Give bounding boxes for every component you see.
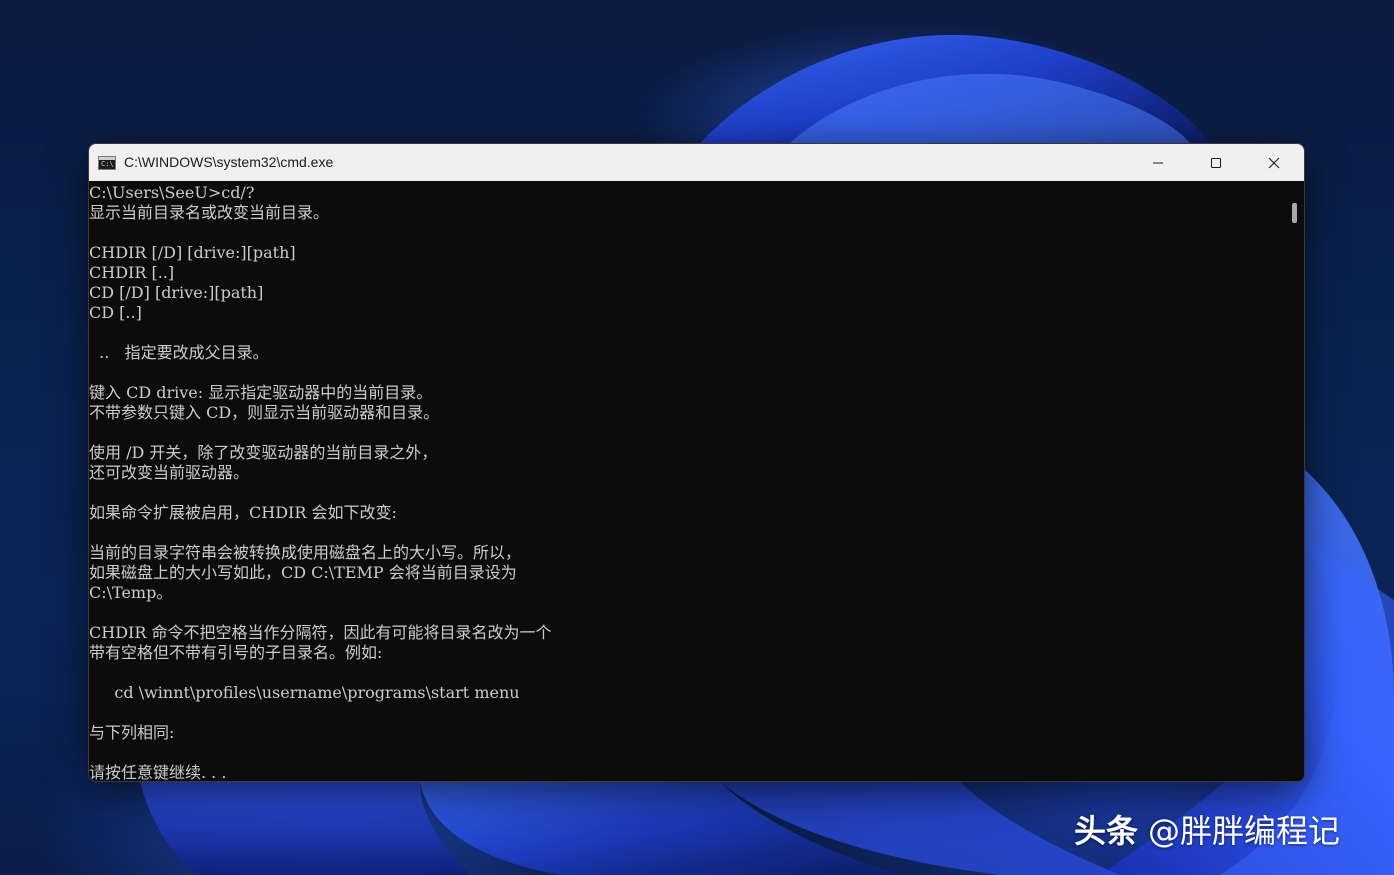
watermark-brand: 头条	[1074, 812, 1139, 850]
command-prompt-icon[interactable]: C:\	[98, 156, 116, 170]
console-line: 与下列相同:	[89, 723, 175, 742]
console-line: 如果命令扩展被启用，CHDIR 会如下改变:	[89, 503, 397, 522]
console-line: 键入 CD drive: 显示指定驱动器中的当前目录。	[89, 383, 433, 402]
close-button[interactable]	[1245, 144, 1303, 181]
window-title: C:\WINDOWS\system32\cmd.exe	[124, 154, 334, 170]
console-line: 显示当前目录名或改变当前目录。	[89, 203, 330, 222]
console-line: CD [/D] [drive:][path]	[89, 283, 264, 302]
app-icon-glyph: C:\	[101, 160, 114, 168]
console-line: CD [..]	[89, 303, 142, 322]
console-line: 带有空格但不带有引号的子目录名。例如:	[89, 643, 383, 662]
console-line: 如果磁盘上的大小写如此，CD C:\TEMP 会将当前目录设为	[89, 563, 517, 582]
console-lines: C:\Users\SeeU>cd/? 显示当前目录名或改变当前目录。 CHDIR […	[89, 183, 1285, 781]
close-icon	[1268, 157, 1280, 168]
console-line: .. 指定要改成父目录。	[89, 343, 269, 362]
console-output[interactable]: C:\Users\SeeU>cd/? 显示当前目录名或改变当前目录。 CHDIR […	[89, 181, 1285, 781]
console-line: 当前的目录字符串会被转换成使用磁盘名上的大小写。所以，	[89, 543, 522, 562]
console-line: 还可改变当前驱动器。	[89, 463, 250, 482]
console-line: C:\Users\SeeU>cd/?	[89, 183, 255, 202]
console-line: cd \winnt\profiles\username\programs\sta…	[89, 683, 520, 702]
console-line: 使用 /D 开关，除了改变驱动器的当前目录之外，	[89, 443, 438, 462]
cmd-window[interactable]: C:\ C:\WINDOWS\system32\cmd.exe C:\Users…	[88, 143, 1305, 782]
minimize-icon	[1153, 162, 1163, 163]
console-line: C:\Temp。	[89, 583, 173, 602]
watermark: 头条 @胖胖编程记	[1074, 809, 1340, 853]
console-line: 请按任意键继续. . .	[89, 763, 227, 781]
console-line: CHDIR [/D] [drive:][path]	[89, 243, 296, 262]
scrollbar-thumb[interactable]	[1292, 203, 1297, 223]
vertical-scrollbar[interactable]	[1285, 181, 1304, 781]
maximize-icon	[1211, 157, 1221, 168]
console-line: 不带参数只键入 CD，则显示当前驱动器和目录。	[89, 403, 440, 422]
watermark-author: @胖胖编程记	[1148, 812, 1341, 850]
console-line: CHDIR [..]	[89, 263, 175, 282]
maximize-button[interactable]	[1187, 144, 1245, 181]
title-bar[interactable]: C:\ C:\WINDOWS\system32\cmd.exe	[89, 144, 1304, 181]
minimize-button[interactable]	[1129, 144, 1187, 181]
console-line: CHDIR 命令不把空格当作分隔符，因此有可能将目录名改为一个	[89, 623, 552, 642]
